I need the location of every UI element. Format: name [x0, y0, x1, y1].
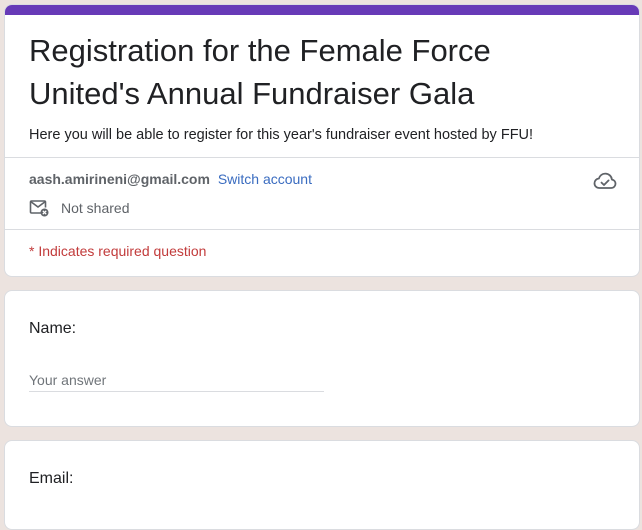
form-description: Here you will be able to register for th… — [29, 127, 534, 143]
not-shared-label: Not shared — [61, 200, 130, 216]
sharing-status: Not shared — [29, 198, 129, 218]
question-label-name: Name: — [29, 320, 77, 337]
account-email: aash.amirineni@gmail.com — [29, 171, 210, 187]
question-card-name: Name: — [4, 290, 640, 427]
form-header-card: Registration for the Female Force United… — [4, 4, 640, 277]
name-answer-input[interactable] — [29, 369, 324, 392]
header-divider — [5, 157, 639, 158]
cloud-check-icon[interactable] — [593, 171, 617, 191]
theme-accent-bar — [5, 5, 639, 15]
question-label-email: Email: — [29, 470, 74, 487]
question-card-email: Email: — [4, 440, 640, 530]
account-row: aash.amirineni@gmail.com Switch account — [29, 169, 312, 189]
mail-off-icon — [29, 200, 49, 217]
account-divider — [5, 229, 639, 230]
switch-account-link[interactable]: Switch account — [218, 171, 312, 187]
form-title: Registration for the Female Force United… — [29, 33, 491, 111]
required-question-note: * Indicates required question — [29, 243, 207, 259]
